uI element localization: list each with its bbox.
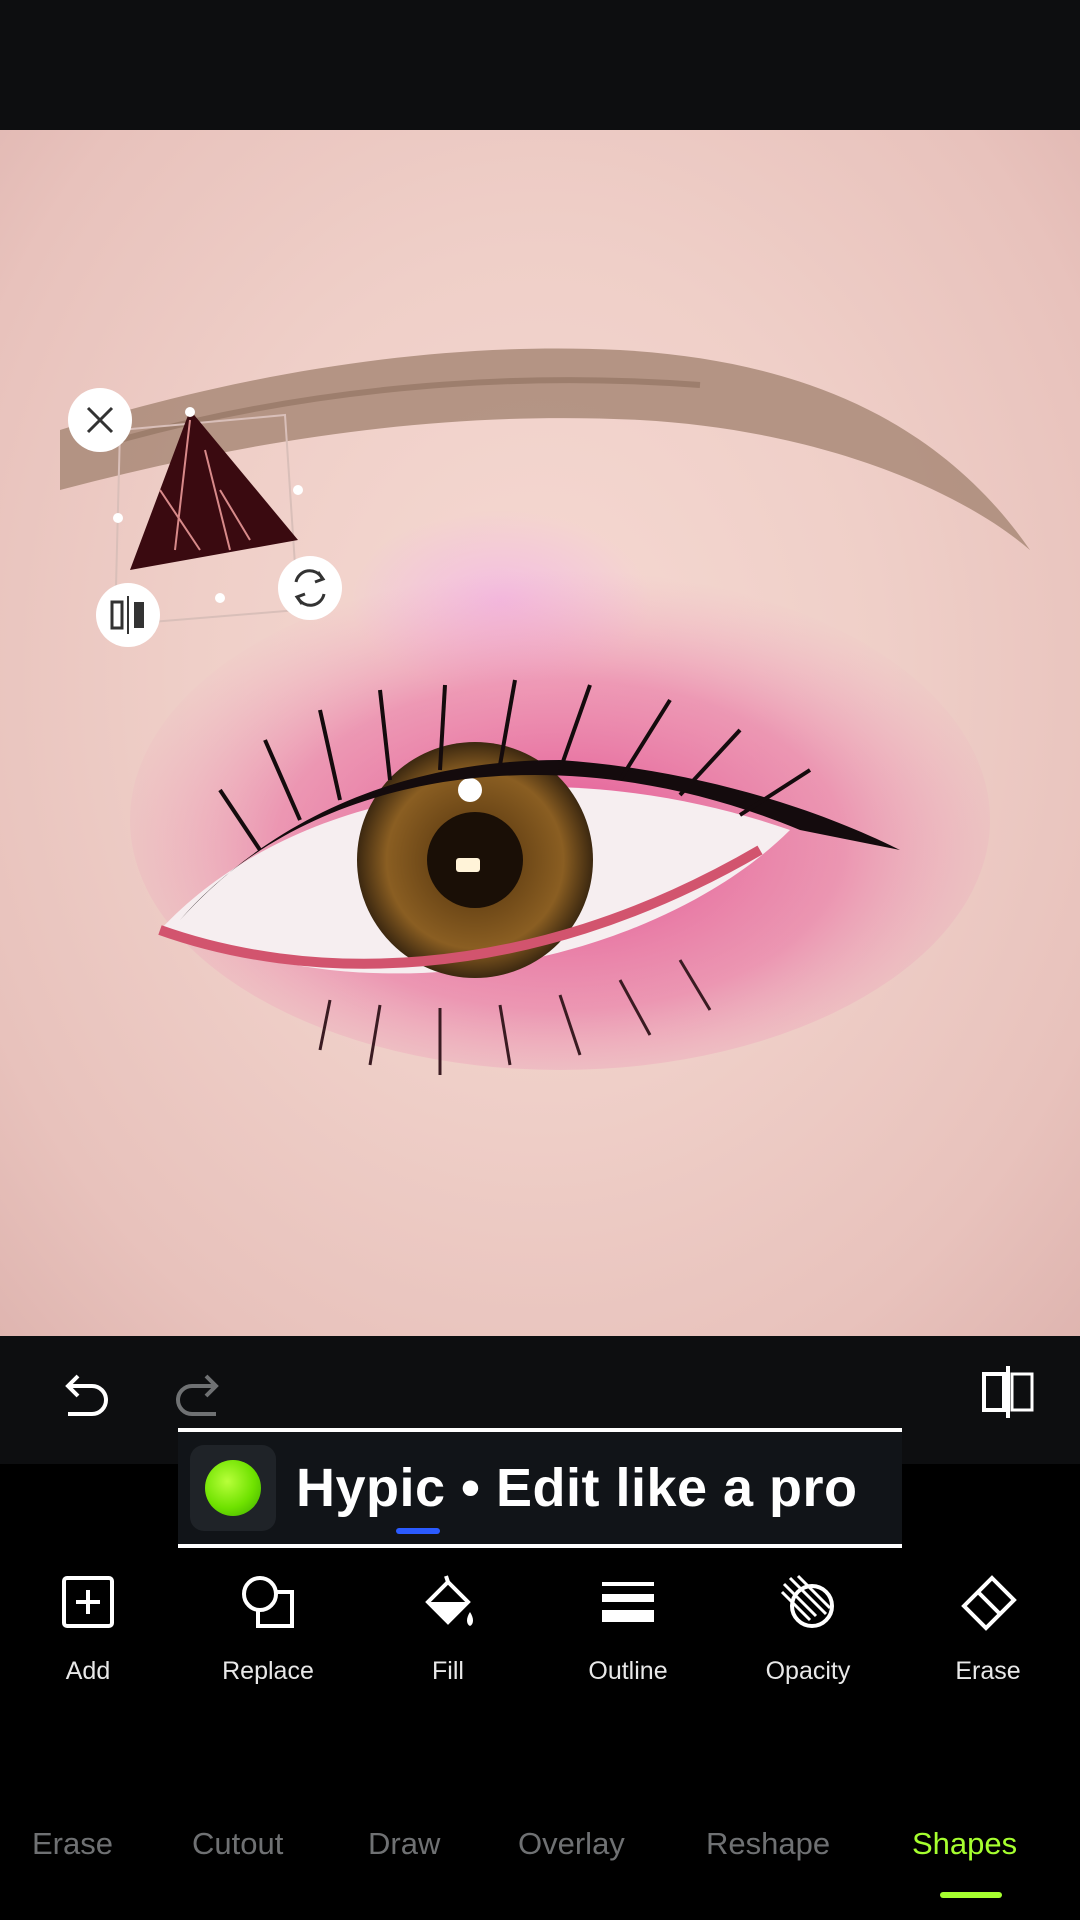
tab-cutout[interactable]: Cutout: [192, 1826, 283, 1862]
redo-icon[interactable]: [166, 1360, 234, 1428]
tool-erase[interactable]: Erase: [908, 1560, 1068, 1700]
opacity-icon: [780, 1574, 834, 1628]
fill-icon: [425, 1575, 473, 1626]
promo-banner[interactable]: Hypic • Edit like a pro: [178, 1428, 902, 1548]
tool-label: Erase: [955, 1657, 1021, 1685]
tool-label: Outline: [588, 1657, 668, 1685]
tool-replace[interactable]: Replace: [188, 1560, 348, 1700]
tool-label: Fill: [432, 1657, 464, 1685]
tab-shapes[interactable]: Shapes: [912, 1826, 1017, 1862]
tool-label: Replace: [222, 1657, 314, 1685]
outline-icon: [602, 1582, 654, 1622]
category-tabs: Erase Cutout Draw Overlay Reshape Shapes: [0, 1812, 1080, 1920]
compare-icon[interactable]: [972, 1356, 1044, 1428]
replace-icon: [242, 1576, 294, 1628]
tab-erase[interactable]: Erase: [32, 1826, 113, 1862]
add-icon: [62, 1576, 114, 1628]
tool-add[interactable]: Add: [8, 1560, 168, 1700]
undo-icon[interactable]: [50, 1360, 118, 1428]
tool-fill[interactable]: Fill: [368, 1560, 528, 1700]
rotate-icon[interactable]: [278, 556, 342, 620]
hypic-logo: [190, 1445, 276, 1531]
tool-label: Add: [65, 1657, 111, 1685]
eye-photo: [60, 348, 1030, 1075]
active-tab-indicator: [940, 1892, 1002, 1898]
banner-text: Hypic • Edit like a pro: [296, 1458, 858, 1518]
tab-draw[interactable]: Draw: [368, 1826, 440, 1862]
flip-icon[interactable]: [96, 583, 160, 647]
banner-underline: [396, 1528, 440, 1534]
shape-toolbar: Add Replace Fill Outline Opacity Erase: [0, 1560, 1080, 1700]
photo-canvas[interactable]: [0, 130, 1080, 1336]
tab-reshape[interactable]: Reshape: [706, 1826, 830, 1862]
tool-opacity[interactable]: Opacity: [728, 1560, 888, 1700]
eraser-icon: [961, 1575, 1017, 1631]
tool-label: Opacity: [765, 1657, 851, 1685]
close-icon[interactable]: [68, 388, 132, 452]
tab-overlay[interactable]: Overlay: [518, 1826, 625, 1862]
status-bar: [0, 0, 1080, 130]
tool-outline[interactable]: Outline: [548, 1560, 708, 1700]
